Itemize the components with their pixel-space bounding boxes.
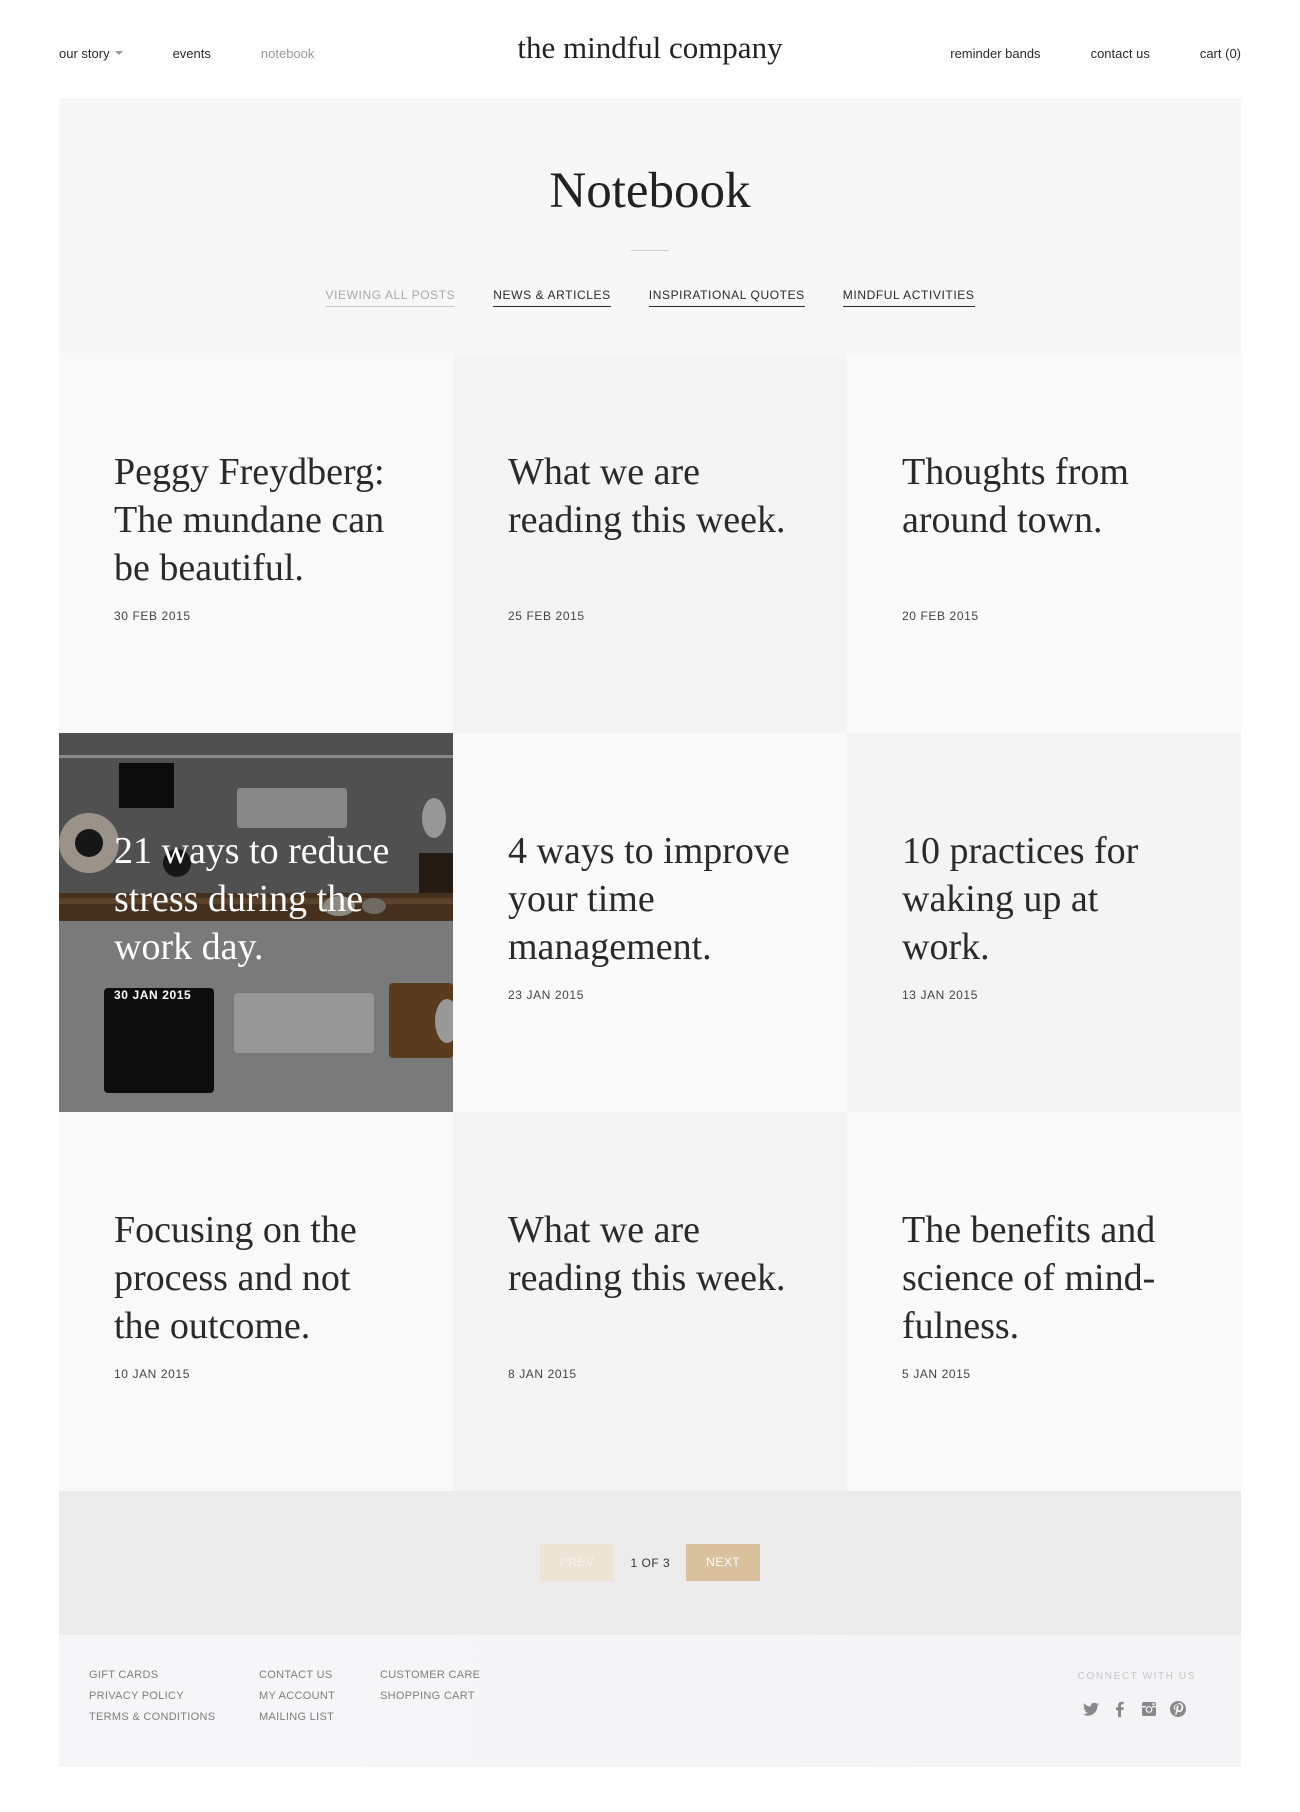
nav-our-story-label: our story <box>59 45 110 61</box>
footer-link-terms[interactable]: TERMS & CONDITIONS <box>89 1711 215 1732</box>
primary-nav-right: reminder bands contact us cart (0) <box>900 0 1241 106</box>
footer-link-customer-care[interactable]: CUSTOMER CARE <box>380 1669 480 1690</box>
post-date: 5 JAN 2015 <box>902 1367 971 1381</box>
post-title: 21 ways to reduce stress during the work… <box>114 830 390 968</box>
post-card[interactable]: Peggy Freydberg: The mundane can be beau… <box>59 354 453 733</box>
post-title: Focusing on the process and not the outc… <box>114 1209 357 1347</box>
prev-page-button[interactable]: PREV <box>539 1544 615 1581</box>
page-indicator: 1 OF 3 <box>630 1555 671 1570</box>
nav-our-story[interactable]: our story <box>59 46 123 61</box>
post-date: 8 JAN 2015 <box>508 1367 577 1381</box>
post-card[interactable]: 10 practices for waking up at work. 13 J… <box>847 733 1241 1112</box>
post-date: 20 FEB 2015 <box>902 609 979 623</box>
filter-all-posts[interactable]: VIEWING ALL POSTS <box>325 288 456 307</box>
primary-nav-left: our story events notebook <box>59 0 364 106</box>
page-title: Notebook <box>549 163 751 219</box>
category-filters: VIEWING ALL POSTS NEWS & ARTICLES INSPIR… <box>59 288 1241 307</box>
footer-link-gift-cards[interactable]: GIFT CARDS <box>89 1669 215 1690</box>
post-card[interactable]: What we are reading this week. 25 FEB 20… <box>453 354 847 733</box>
post-title: Thoughts from around town. <box>902 451 1129 541</box>
post-card[interactable]: What we are reading this week. 8 JAN 201… <box>453 1112 847 1491</box>
post-card[interactable]: Focusing on the process and not the outc… <box>59 1112 453 1491</box>
nav-events[interactable]: events <box>173 46 211 61</box>
notebook-hero: Notebook VIEWING ALL POSTS NEWS & ARTICL… <box>59 98 1241 354</box>
filter-inspirational-quotes[interactable]: INSPIRATIONAL QUOTES <box>648 288 805 307</box>
filter-mindful-activities[interactable]: MINDFUL ACTIVITIES <box>842 288 975 307</box>
site-header: our story events notebook the mindful co… <box>0 0 1300 98</box>
caret-down-icon <box>114 51 123 56</box>
pagination-band: PREV 1 OF 3 NEXT <box>59 1491 1241 1635</box>
footer-link-mailing-list[interactable]: MAILING LIST <box>259 1711 335 1732</box>
connect-label: CONNECT WITH US <box>1077 1671 1196 1682</box>
post-date: 25 FEB 2015 <box>508 609 585 623</box>
filter-news-articles[interactable]: NEWS & ARTICLES <box>493 288 611 307</box>
post-date: 30 JAN 2015 <box>114 988 192 1002</box>
post-card[interactable]: The benefits and science of mind-fulness… <box>847 1112 1241 1491</box>
nav-notebook[interactable]: notebook <box>261 46 315 61</box>
post-title: What we are reading this week. <box>508 451 786 541</box>
post-title: The benefits and science of mind-fulness… <box>902 1209 1156 1347</box>
post-card-featured[interactable]: 21 ways to reduce stress during the work… <box>59 733 453 1112</box>
title-divider <box>631 250 669 251</box>
nav-reminder-bands[interactable]: reminder bands <box>950 46 1040 61</box>
footer-link-shopping-cart[interactable]: SHOPPING CART <box>380 1690 480 1711</box>
twitter-icon[interactable] <box>1081 1699 1101 1719</box>
footer-link-privacy-policy[interactable]: PRIVACY POLICY <box>89 1690 215 1711</box>
footer-column-2: CONTACT US MY ACCOUNT MAILING LIST <box>259 1669 335 1732</box>
site-footer: GIFT CARDS PRIVACY POLICY TERMS & CONDIT… <box>59 1635 1241 1767</box>
nav-cart[interactable]: cart (0) <box>1200 46 1241 61</box>
post-title: Peggy Freydberg: The mundane can be beau… <box>114 451 385 589</box>
post-title: 10 practices for waking up at work. <box>902 830 1139 968</box>
post-date: 23 JAN 2015 <box>508 988 584 1002</box>
next-page-button[interactable]: NEXT <box>686 1544 761 1581</box>
post-card[interactable]: 4 ways to improve your time management. … <box>453 733 847 1112</box>
post-date: 10 JAN 2015 <box>114 1367 190 1381</box>
footer-column-1: GIFT CARDS PRIVACY POLICY TERMS & CONDIT… <box>89 1669 215 1732</box>
post-title: 4 ways to improve your time management. <box>508 830 790 968</box>
footer-link-my-account[interactable]: MY ACCOUNT <box>259 1690 335 1711</box>
post-date: 30 FEB 2015 <box>114 609 191 623</box>
brand-logo[interactable]: the mindful company <box>517 30 782 65</box>
posts-grid: Peggy Freydberg: The mundane can be beau… <box>59 354 1241 1491</box>
pinterest-icon[interactable] <box>1168 1699 1188 1719</box>
post-title: What we are reading this week. <box>508 1209 786 1299</box>
post-date: 13 JAN 2015 <box>902 988 978 1002</box>
facebook-icon[interactable] <box>1110 1699 1130 1719</box>
instagram-icon[interactable] <box>1139 1699 1159 1719</box>
pagination: PREV 1 OF 3 NEXT <box>59 1544 1241 1581</box>
footer-link-contact-us[interactable]: CONTACT US <box>259 1669 335 1690</box>
footer-column-3: CUSTOMER CARE SHOPPING CART <box>380 1669 480 1711</box>
social-links <box>1072 1699 1188 1719</box>
nav-contact-us[interactable]: contact us <box>1091 46 1150 61</box>
post-card[interactable]: Thoughts from around town. 20 FEB 2015 <box>847 354 1241 733</box>
